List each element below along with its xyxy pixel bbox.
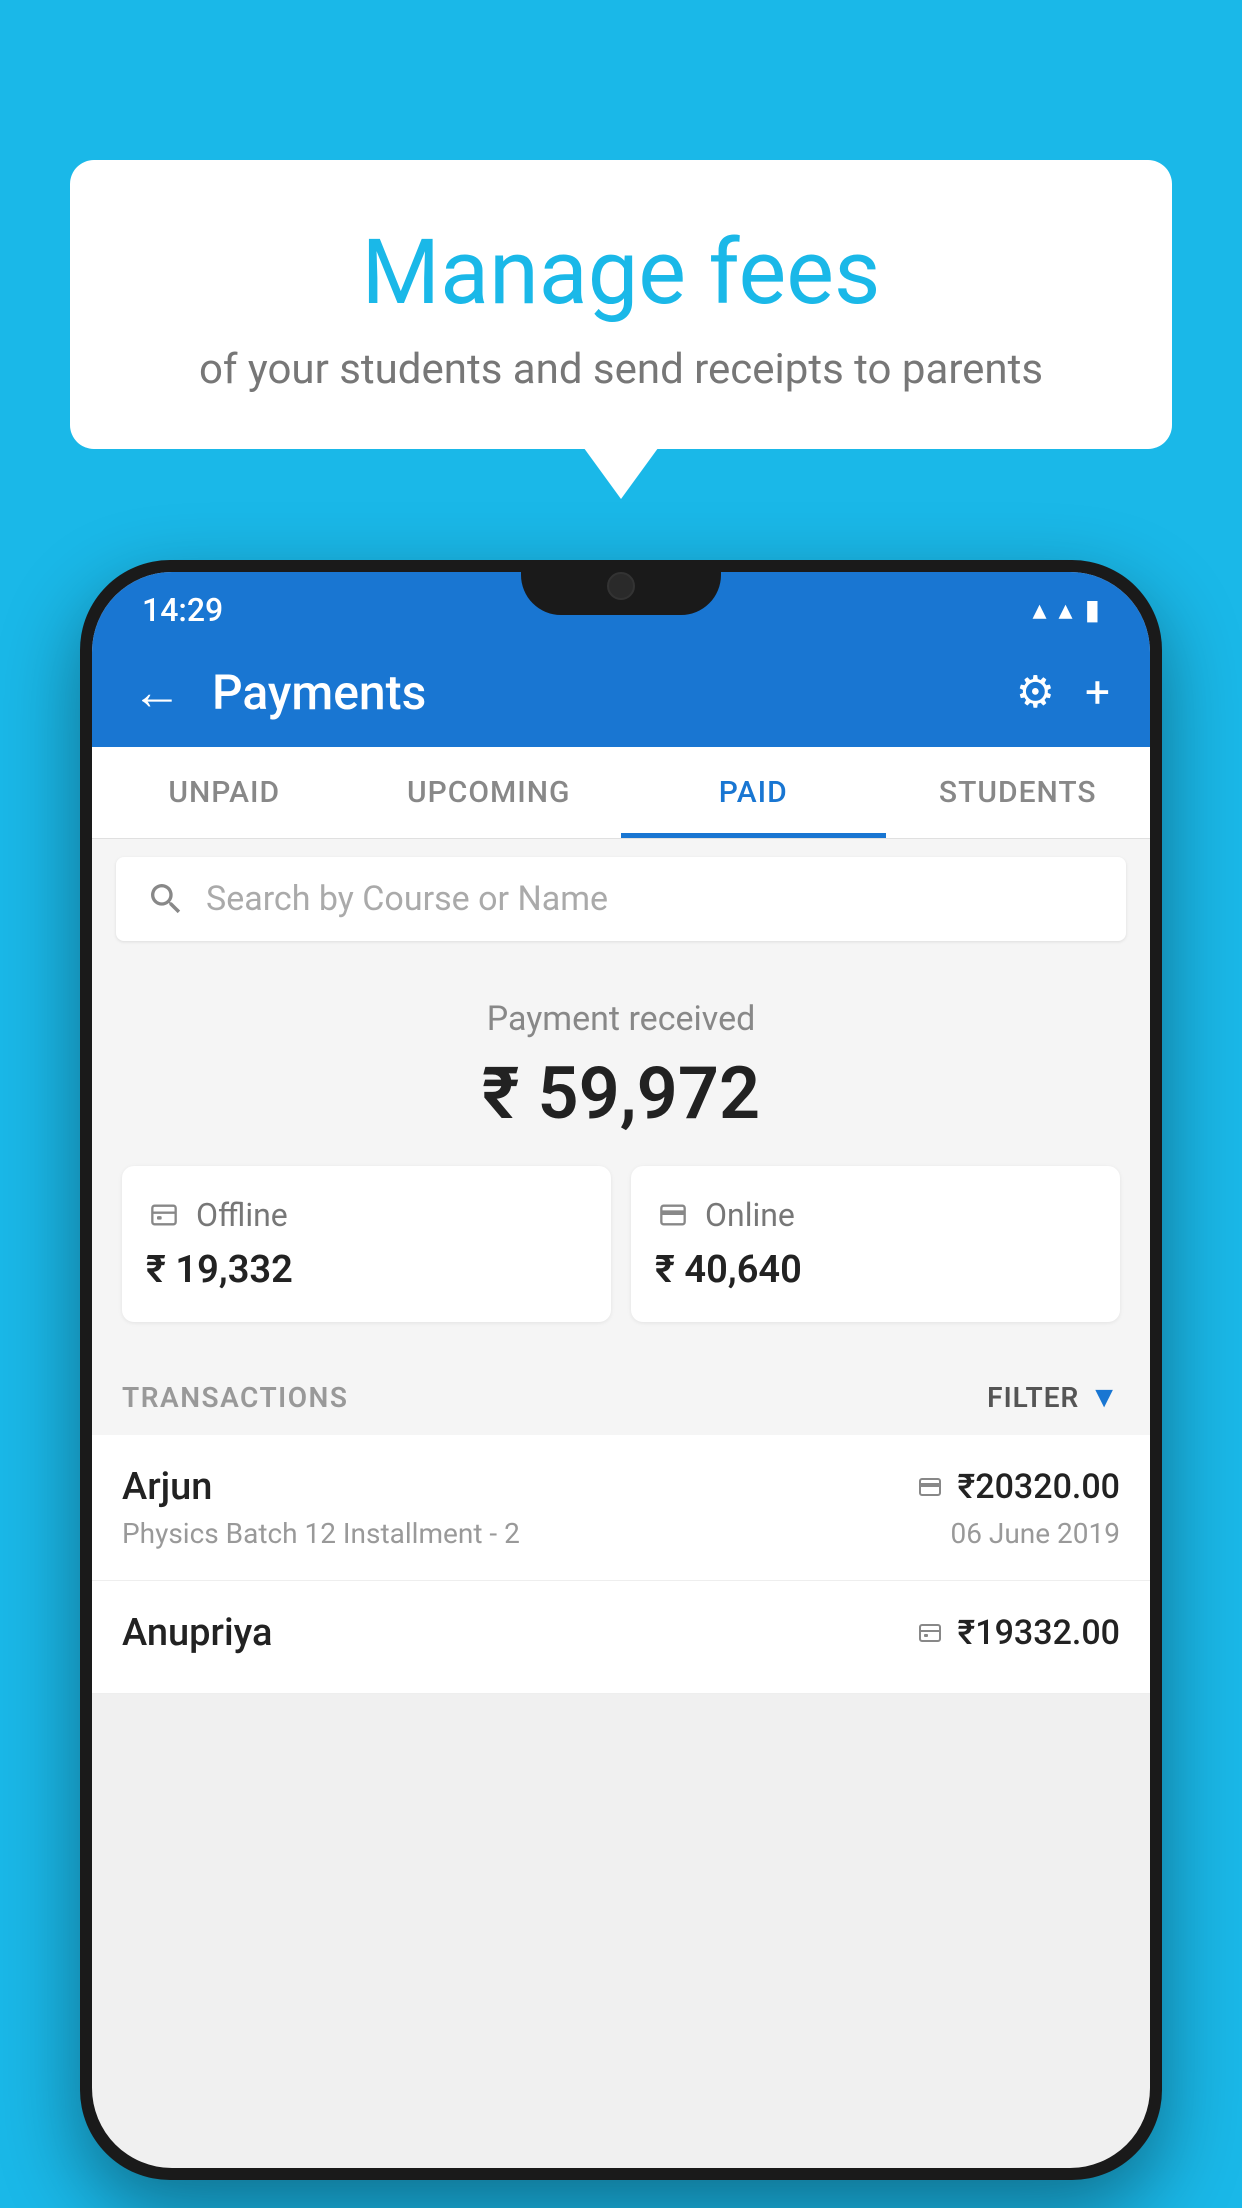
online-payment-icon-arjun [914,1475,946,1499]
app-bar: ← Payments ⚙ + [92,637,1150,747]
speech-bubble-container: Manage fees of your students and send re… [70,160,1172,449]
transaction-row1-anupriya: Anupriya ₹19332.00 [122,1611,1120,1655]
transaction-name-arjun: Arjun [122,1465,212,1509]
signal-icon: ▴ [1059,593,1073,626]
app-bar-actions: ⚙ + [1016,666,1110,718]
filter-button[interactable]: FILTER ▼ [987,1380,1120,1415]
transaction-row1-arjun: Arjun ₹20320.00 [122,1465,1120,1509]
offline-payment-icon-anupriya [914,1621,946,1645]
bubble-subtitle: of your students and send receipts to pa… [150,345,1092,394]
payment-amount: ₹ 59,972 [122,1051,1120,1136]
transaction-amount-anupriya: ₹19332.00 [958,1613,1120,1653]
status-icons: ▴ ▴ ▮ [1032,593,1100,626]
tab-upcoming[interactable]: UPCOMING [357,747,622,838]
transaction-item-arjun[interactable]: Arjun ₹20320.00 Physics Batch 12 Install… [92,1435,1150,1581]
online-card-header: Online [655,1196,1096,1234]
offline-label: Offline [196,1196,288,1234]
phone-screen: 14:29 ▴ ▴ ▮ ← Payments ⚙ + UNPAID UPCO [92,572,1150,2168]
filter-icon: ▼ [1089,1380,1120,1415]
tab-students[interactable]: STUDENTS [886,747,1151,838]
transaction-detail-arjun: Physics Batch 12 Installment - 2 [122,1517,520,1550]
payment-cards: Offline ₹ 19,332 Online ₹ [122,1166,1120,1322]
phone-container: 14:29 ▴ ▴ ▮ ← Payments ⚙ + UNPAID UPCO [80,560,1162,2180]
transaction-amount-container-arjun: ₹20320.00 [914,1467,1120,1507]
transaction-amount-container-anupriya: ₹19332.00 [914,1613,1120,1653]
app-bar-title: Payments [212,664,986,721]
offline-amount: ₹ 19,332 [146,1248,587,1292]
transaction-row2-arjun: Physics Batch 12 Installment - 2 06 June… [122,1517,1120,1550]
tab-paid[interactable]: PAID [621,747,886,838]
speech-bubble: Manage fees of your students and send re… [70,160,1172,449]
online-amount: ₹ 40,640 [655,1248,1096,1292]
tabs-container: UNPAID UPCOMING PAID STUDENTS [92,747,1150,839]
search-container: Search by Course or Name [92,839,1150,959]
online-payment-card: Online ₹ 40,640 [631,1166,1120,1322]
search-box[interactable]: Search by Course or Name [116,857,1126,941]
online-icon [655,1201,691,1229]
settings-icon[interactable]: ⚙ [1016,666,1055,718]
transaction-item-anupriya[interactable]: Anupriya ₹19332.00 [92,1581,1150,1694]
transaction-date-arjun: 06 June 2019 [950,1517,1120,1550]
search-placeholder: Search by Course or Name [206,879,608,919]
payment-summary: Payment received ₹ 59,972 Offline [92,959,1150,1352]
transaction-name-anupriya: Anupriya [122,1611,272,1655]
status-time: 14:29 [142,591,223,629]
wifi-icon: ▴ [1032,593,1046,626]
phone-frame: 14:29 ▴ ▴ ▮ ← Payments ⚙ + UNPAID UPCO [80,560,1162,2180]
front-camera [607,572,635,600]
battery-icon: ▮ [1085,593,1100,626]
back-button[interactable]: ← [132,663,182,722]
bubble-title: Manage fees [150,220,1092,325]
transactions-header: TRANSACTIONS FILTER ▼ [92,1352,1150,1435]
search-icon [146,879,186,919]
offline-payment-card: Offline ₹ 19,332 [122,1166,611,1322]
online-label: Online [705,1196,795,1234]
payment-label: Payment received [122,999,1120,1039]
filter-label: FILTER [987,1381,1079,1414]
add-icon[interactable]: + [1085,666,1110,718]
transactions-label: TRANSACTIONS [122,1381,348,1414]
transaction-amount-arjun: ₹20320.00 [958,1467,1120,1507]
tab-unpaid[interactable]: UNPAID [92,747,357,838]
offline-card-header: Offline [146,1196,587,1234]
offline-icon [146,1201,182,1229]
phone-notch [521,560,721,615]
